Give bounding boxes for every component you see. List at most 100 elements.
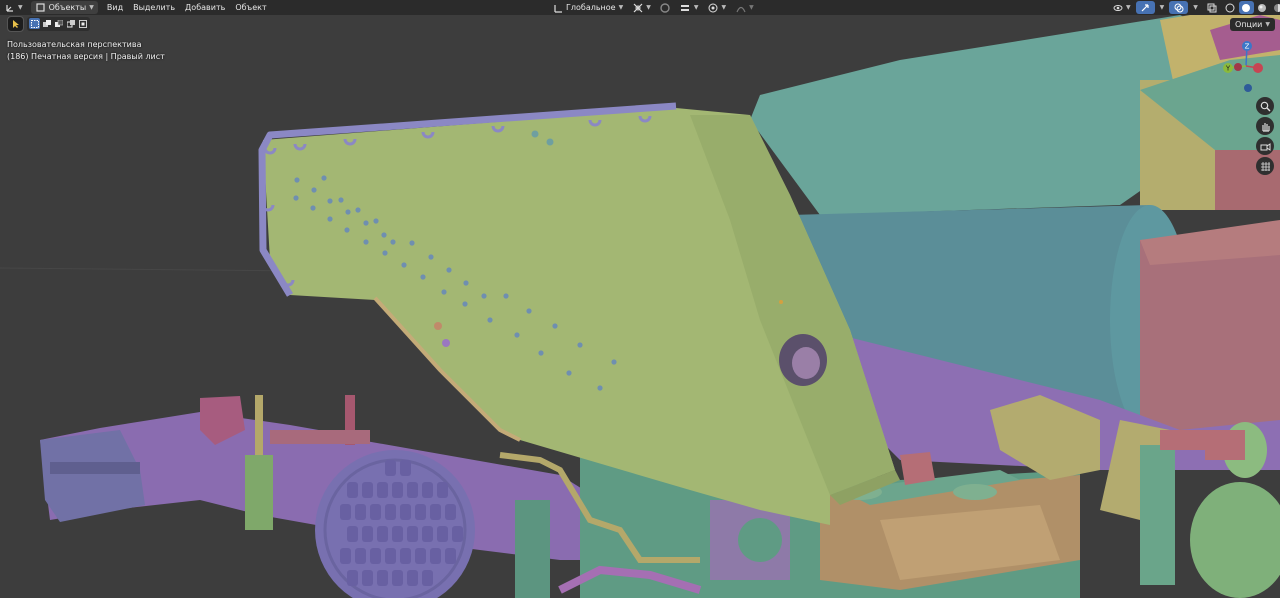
viewport-scene[interactable] [0, 0, 1280, 598]
rivet [487, 317, 493, 323]
rivet [310, 205, 316, 211]
pink-crossbar [270, 430, 370, 444]
tread-block [415, 504, 426, 520]
overlay-icon [1173, 2, 1184, 13]
tread-block [400, 504, 411, 520]
set-new-button[interactable] [29, 18, 40, 29]
mode-select[interactable]: Объекты ▼ [30, 1, 98, 14]
mode-label: Объекты [48, 3, 87, 12]
shading-rendered-icon [1273, 2, 1280, 13]
falloff-button[interactable]: ▼ [731, 1, 758, 14]
rivet [363, 239, 369, 245]
snap-toggle[interactable] [656, 1, 675, 14]
floor-grid-line [0, 267, 301, 272]
navigation-gizmo[interactable]: Z Y [1218, 36, 1278, 98]
pivot-point-button[interactable]: ▼ [628, 1, 655, 14]
rivet [531, 130, 539, 138]
shading-solid-button[interactable] [1238, 1, 1254, 14]
x-axis-handle[interactable] [1253, 63, 1263, 73]
xray-toggle[interactable] [1203, 1, 1222, 14]
extend-icon [41, 18, 52, 29]
menu-view[interactable]: Вид [102, 1, 128, 14]
rivet [293, 195, 299, 201]
shading-material-button[interactable] [1255, 1, 1270, 14]
rivet [463, 280, 469, 286]
snap-increment-button[interactable]: ▼ [676, 1, 703, 14]
camera-button[interactable] [1256, 137, 1274, 155]
gizmo-dropdown[interactable]: ▼ [1156, 1, 1169, 14]
rivet [382, 250, 388, 256]
menu-add[interactable]: Добавить [180, 1, 230, 14]
rivet [294, 177, 300, 183]
sight-hole-inner [792, 347, 820, 379]
transform-orientation-select[interactable]: Глобальное ▼ [548, 1, 627, 14]
rivet [566, 370, 572, 376]
rivet [538, 350, 544, 356]
green-strut [1140, 445, 1175, 585]
shading-wireframe-button[interactable] [1223, 1, 1238, 14]
chevron-down-icon: ▼ [693, 4, 699, 11]
overlay-toggle[interactable] [1169, 1, 1189, 14]
chevron-down-icon: ▼ [618, 4, 624, 11]
chevron-down-icon: ▼ [1265, 21, 1270, 28]
rivet [481, 293, 487, 299]
3d-viewport[interactable] [0, 0, 1280, 598]
tread-block [347, 570, 358, 586]
tread-block [370, 548, 381, 564]
proportional-edit-icon [707, 2, 718, 13]
snap-icon [660, 2, 671, 13]
trail-slot [50, 462, 140, 474]
shading-solid-icon [1241, 2, 1252, 13]
neg-x-handle[interactable] [1234, 63, 1242, 71]
gizmo-icon [1140, 2, 1151, 13]
tread-block [430, 548, 441, 564]
zoom-button[interactable] [1256, 97, 1274, 115]
tread-block [415, 548, 426, 564]
tread-block [355, 548, 366, 564]
rivet [597, 385, 603, 391]
invert-button[interactable] [65, 18, 76, 29]
tread-block [407, 570, 418, 586]
ortho-toggle-button[interactable] [1256, 157, 1274, 175]
rivet [409, 240, 415, 246]
visibility-button[interactable]: ▼ [1108, 1, 1135, 14]
tread-block [452, 526, 463, 542]
overlay-dropdown[interactable]: ▼ [1189, 1, 1202, 14]
rivet [428, 254, 434, 260]
rivet [345, 209, 351, 215]
object-mode-icon [35, 2, 46, 13]
neg-z-handle[interactable] [1244, 84, 1252, 92]
falloff-icon [735, 2, 746, 13]
box-knob [738, 518, 782, 562]
tread-block [370, 504, 381, 520]
chevron-down-icon: ▼ [749, 4, 754, 11]
gizmo-toggle[interactable] [1135, 1, 1155, 14]
rivet [611, 359, 617, 365]
intersect-button[interactable] [77, 18, 88, 29]
rivet [546, 138, 554, 146]
tread-block [362, 526, 373, 542]
select-tool-button[interactable] [7, 16, 24, 32]
subtract-button[interactable] [53, 18, 64, 29]
snap-increment-icon [680, 2, 691, 13]
tread-block [437, 482, 448, 498]
proportional-edit-button[interactable]: ▼ [703, 1, 730, 14]
pink-cap [1205, 430, 1245, 460]
pan-hand-icon [1260, 121, 1271, 132]
tread-block [377, 482, 388, 498]
shading-rendered-button[interactable] [1271, 1, 1280, 14]
rivet [355, 207, 361, 213]
chevron-down-icon: ▼ [1126, 4, 1131, 11]
subtract-icon [53, 18, 64, 29]
extend-button[interactable] [41, 18, 52, 29]
tread-block [377, 526, 388, 542]
options-button[interactable]: Опции ▼ [1230, 18, 1275, 31]
menu-object[interactable]: Объект [230, 1, 271, 14]
options-label: Опции [1235, 20, 1263, 29]
editor-type-button[interactable]: ▼ [0, 1, 27, 14]
rivet [552, 323, 558, 329]
hand-wheel [1190, 482, 1280, 598]
menu-select[interactable]: Выделить [128, 1, 180, 14]
pan-button[interactable] [1256, 117, 1274, 135]
origin-point [779, 300, 783, 304]
